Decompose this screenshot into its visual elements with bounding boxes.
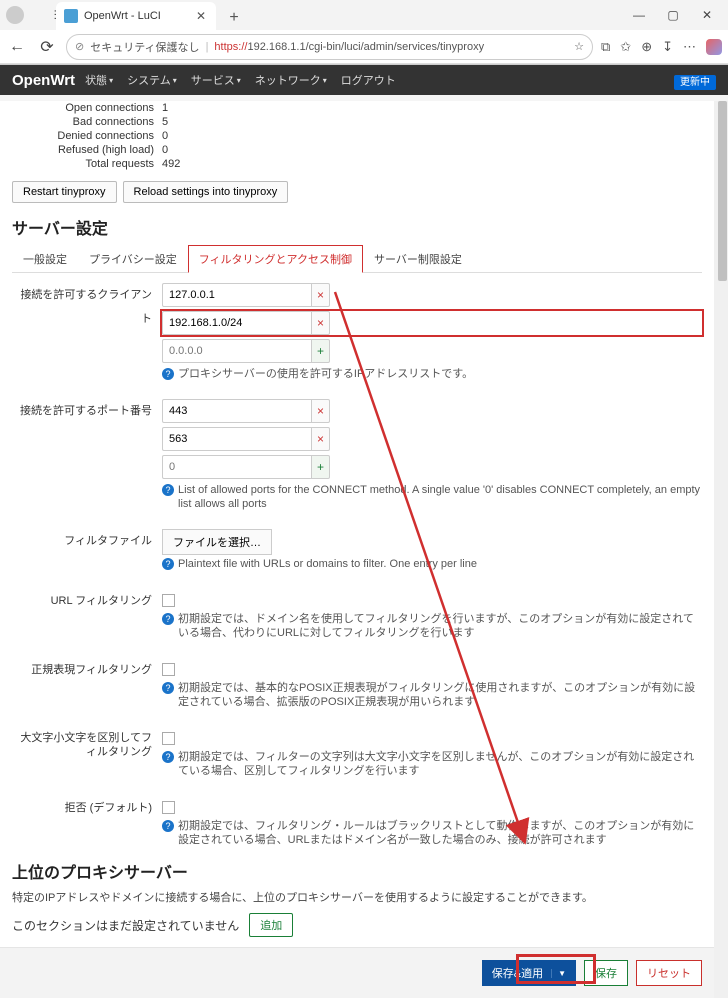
filter-file-help: Plaintext file with URLs or domains to f…	[178, 557, 477, 571]
nav-status[interactable]: 状態▾	[85, 72, 113, 88]
star-icon[interactable]: ☆	[574, 40, 584, 53]
tab-privacy[interactable]: プライバシー設定	[78, 245, 188, 272]
favorites-icon[interactable]: ✩	[620, 39, 631, 55]
help-icon: ?	[162, 613, 174, 625]
deny-default-help: 初期設定では、フィルタリング・ルールはブラックリストとして動作しますが、このオプ…	[178, 819, 702, 847]
chevron-down-icon: ▾	[109, 76, 113, 85]
nav-services[interactable]: サービス▾	[191, 72, 241, 88]
add-icon[interactable]: +	[312, 339, 330, 363]
save-button[interactable]: 保存	[584, 960, 628, 986]
window-minimize-icon[interactable]: —	[632, 8, 646, 22]
menu-icon[interactable]: ⋯	[683, 39, 696, 55]
add-icon[interactable]: +	[312, 455, 330, 479]
help-icon: ?	[162, 368, 174, 380]
regex-filtering-label: 正規表現フィルタリング	[12, 658, 162, 682]
new-tab-button[interactable]: +	[222, 6, 246, 30]
remove-icon[interactable]: ×	[312, 427, 330, 451]
allowed-ports-label: 接続を許可するポート番号	[12, 399, 162, 423]
url-filtering-checkbox[interactable]	[162, 594, 175, 607]
url-filtering-label: URL フィルタリング	[12, 589, 162, 613]
remove-icon[interactable]: ×	[312, 283, 330, 307]
address-bar[interactable]: ⊘ セキュリティ保護なし | https://192.168.1.1/cgi-b…	[66, 34, 593, 60]
case-filtering-checkbox[interactable]	[162, 732, 175, 745]
reader-icon[interactable]: ⧉	[601, 39, 610, 55]
url-filtering-help: 初期設定では、ドメイン名を使用してフィルタリングを行いますが、このオプションが有…	[178, 612, 702, 640]
browser-tab[interactable]: OpenWrt - LuCI ✕	[56, 2, 216, 30]
upstream-empty-text: このセクションはまだ設定されていません	[12, 917, 239, 934]
window-close-icon[interactable]: ✕	[700, 8, 714, 22]
tab-close-icon[interactable]: ✕	[196, 9, 206, 23]
filter-file-label: フィルタファイル	[12, 529, 162, 553]
section-upstream-heading: 上位のプロキシサーバー	[12, 859, 702, 883]
save-apply-button[interactable]: 保存&適用▼	[482, 960, 576, 986]
url-scheme: https://	[214, 41, 247, 53]
allowed-clients-label: 接続を許可するクライアント	[12, 283, 162, 331]
tab-favicon-icon	[64, 9, 78, 23]
nav-system[interactable]: システム▾	[127, 72, 177, 88]
window-maximize-icon[interactable]: ▢	[666, 8, 680, 22]
tab-general[interactable]: 一般設定	[12, 245, 78, 272]
back-button[interactable]: ←	[6, 36, 28, 58]
updating-badge: 更新中	[674, 75, 716, 90]
chevron-down-icon[interactable]: ▼	[551, 969, 566, 978]
stats-table: Open connections1 Bad connections5 Denie…	[12, 101, 182, 171]
help-icon: ?	[162, 820, 174, 832]
browser-profile-icon[interactable]	[6, 6, 24, 24]
restart-button[interactable]: Restart tinyproxy	[12, 181, 117, 203]
reload-button[interactable]: ⟳	[36, 36, 58, 58]
allowed-clients-help: プロキシサーバーの使用を許可するIPアドレスリストです。	[178, 367, 473, 381]
allowed-client-input-2[interactable]	[162, 311, 312, 335]
help-icon: ?	[162, 751, 174, 763]
remove-icon[interactable]: ×	[312, 311, 330, 335]
chevron-down-icon: ▾	[237, 76, 241, 85]
regex-filtering-help: 初期設定では、基本的なPOSIX正規表現がフィルタリングに使用されますが、このオ…	[178, 681, 702, 709]
help-icon: ?	[162, 484, 174, 496]
allowed-client-input-1[interactable]	[162, 283, 312, 307]
allowed-port-add-input[interactable]	[162, 455, 312, 479]
url-text: 192.168.1.1/cgi-bin/luci/admin/services/…	[247, 41, 484, 53]
case-filtering-label: 大文字小文字を区別してフィルタリング	[12, 727, 162, 759]
file-select-button[interactable]: ファイルを選択…	[162, 529, 272, 555]
collections-icon[interactable]: ⊕	[641, 39, 652, 55]
section-upstream-desc: 特定のIPアドレスやドメインに接続する場合に、上位のプロキシサーバーを使用するよ…	[12, 889, 702, 905]
downloads-icon[interactable]: ↧	[662, 39, 673, 55]
regex-filtering-checkbox[interactable]	[162, 663, 175, 676]
nav-network[interactable]: ネットワーク▾	[255, 72, 327, 88]
section-server-heading: サーバー設定	[12, 215, 702, 239]
reset-button[interactable]: リセット	[636, 960, 702, 986]
deny-default-checkbox[interactable]	[162, 801, 175, 814]
allowed-port-input-2[interactable]	[162, 427, 312, 451]
tab-filtering[interactable]: フィルタリングとアクセス制御	[188, 245, 363, 273]
scrollbar[interactable]	[714, 101, 728, 998]
allowed-client-add-input[interactable]	[162, 339, 312, 363]
tab-title: OpenWrt - LuCI	[84, 10, 161, 22]
security-warning: セキュリティ保護なし	[90, 39, 199, 55]
extension-icon[interactable]	[706, 39, 722, 55]
allowed-ports-help: List of allowed ports for the CONNECT me…	[178, 483, 702, 511]
deny-default-label: 拒否 (デフォルト)	[12, 796, 162, 820]
chevron-down-icon: ▾	[323, 76, 327, 85]
nav-logout[interactable]: ログアウト	[341, 72, 396, 88]
case-filtering-help: 初期設定では、フィルターの文字列は大文字小文字を区別しませんが、このオプションが…	[178, 750, 702, 778]
reload-button[interactable]: Reload settings into tinyproxy	[123, 181, 289, 203]
luci-brand[interactable]: OpenWrt	[12, 72, 75, 89]
highlighted-client-row: ×	[162, 311, 702, 335]
allowed-port-input-1[interactable]	[162, 399, 312, 423]
chevron-down-icon: ▾	[173, 76, 177, 85]
not-secure-icon: ⊘	[75, 40, 84, 53]
add-upstream-button[interactable]: 追加	[249, 913, 293, 937]
remove-icon[interactable]: ×	[312, 399, 330, 423]
tab-limits[interactable]: サーバー制限設定	[363, 245, 473, 272]
help-icon: ?	[162, 682, 174, 694]
help-icon: ?	[162, 558, 174, 570]
